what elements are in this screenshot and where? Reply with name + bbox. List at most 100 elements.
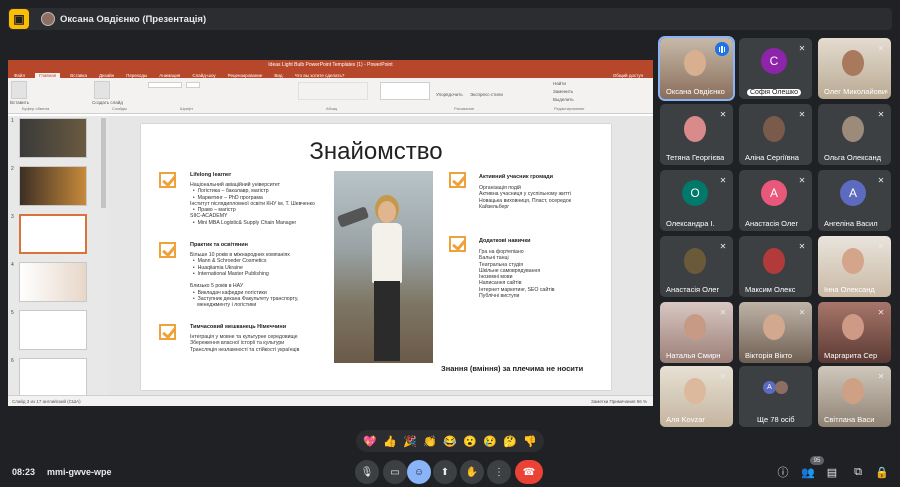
- present-button[interactable]: ⬆: [433, 460, 457, 484]
- font-size-select[interactable]: [186, 82, 200, 88]
- avatar: [842, 116, 864, 142]
- speaking-indicator-icon: [715, 42, 729, 56]
- group-clipboard: Буфер обмена: [22, 106, 50, 111]
- participant-tile[interactable]: А Ще 78 осіб: [739, 366, 812, 427]
- mic-off-icon: ✕: [877, 43, 885, 53]
- leave-call-button[interactable]: ☎: [515, 460, 543, 484]
- slide-thumb[interactable]: [19, 166, 87, 206]
- status-zoom[interactable]: Заметки Примечания 56 %: [591, 399, 647, 404]
- window-title: Ideas Light Bulb PowerPoint Templates (1…: [8, 60, 653, 70]
- mic-off-icon: ✕: [798, 241, 806, 251]
- slide-thumb[interactable]: [19, 358, 87, 398]
- participant-name: Наталья Смирн: [666, 351, 721, 360]
- participant-tile[interactable]: ✕ Світлана Васи: [818, 366, 891, 427]
- thumbs-down-reaction-icon[interactable]: 👎: [523, 435, 537, 448]
- participant-tile[interactable]: О ✕ Олександра І.: [660, 170, 733, 231]
- laugh-reaction-icon[interactable]: 😂: [443, 435, 457, 448]
- avatar: [41, 12, 55, 26]
- slide-thumb[interactable]: [19, 262, 87, 302]
- participant-video: [842, 248, 864, 274]
- checkbox-icon: [449, 172, 466, 188]
- shared-screen[interactable]: Ideas Light Bulb PowerPoint Templates (1…: [8, 60, 653, 406]
- participant-name: Анастасія Олег: [666, 285, 720, 294]
- slide-title: Знайомство: [309, 138, 443, 165]
- thumbs-up-reaction-icon[interactable]: 👍: [383, 435, 397, 448]
- participant-tile[interactable]: ✕ Маргарита Сер: [818, 302, 891, 363]
- participant-name: Аля Kovzar: [666, 415, 705, 424]
- presenter-name: Оксана Овдієнко (Презентація): [60, 13, 207, 25]
- participant-tile[interactable]: ✕ Наталья Смирн: [660, 302, 733, 363]
- shapes-gallery[interactable]: [380, 82, 430, 100]
- replace-button[interactable]: Заменить: [553, 89, 573, 94]
- people-icon[interactable]: 👥: [800, 464, 816, 480]
- participant-tile[interactable]: ✕ Аліна Сергіївна: [739, 104, 812, 165]
- more-vert-icon: ⋮: [494, 466, 504, 478]
- participant-tile[interactable]: ✕ Анастасія Олег: [660, 236, 733, 297]
- group-editing: Редактирование: [554, 106, 585, 111]
- person: [370, 201, 404, 361]
- participant-tile[interactable]: ✕ Інна Олександ: [818, 236, 891, 297]
- reactions-bar: 💖 👍 🎉 👏 😂 😮 😢 🤔 👎: [356, 430, 544, 452]
- slide-thumb[interactable]: [19, 310, 87, 350]
- raise-hand-button[interactable]: ✋: [460, 460, 484, 484]
- thinking-reaction-icon[interactable]: 🤔: [503, 435, 517, 448]
- info-icon[interactable]: ⓘ: [775, 464, 791, 480]
- participant-name: Олег Миколайович: [824, 87, 888, 96]
- meeting-code[interactable]: mmi-gwve-wpe: [47, 467, 112, 477]
- presentation-icon[interactable]: ▣: [9, 9, 29, 29]
- thumbnail-scrollbar[interactable]: [101, 118, 106, 208]
- ribbon: Вставить Создать слайд Упорядочить Экспр…: [8, 78, 653, 114]
- group-drawing: Рисование: [454, 106, 475, 111]
- participant-tile[interactable]: Оксана Овдієнко: [658, 36, 735, 101]
- participant-tile[interactable]: С ✕ Софія Олешко: [739, 38, 812, 99]
- microphone-button[interactable]: 🎙: [355, 460, 379, 484]
- find-button[interactable]: Найти: [553, 81, 566, 86]
- font-select[interactable]: [148, 82, 182, 88]
- clap-reaction-icon[interactable]: 👏: [423, 435, 437, 448]
- participant-tile[interactable]: ✕ Максим Олекс: [739, 236, 812, 297]
- mic-off-icon: ✕: [798, 175, 806, 185]
- surprised-reaction-icon[interactable]: 😮: [463, 435, 477, 448]
- participant-video: [842, 314, 864, 340]
- participant-name: Анастасія Олег: [745, 219, 799, 228]
- participant-tile[interactable]: ✕ Аля Kovzar: [660, 366, 733, 427]
- current-slide[interactable]: Знайомство Lifelong learner Національний…: [141, 124, 611, 390]
- activities-icon[interactable]: ⧉: [850, 464, 866, 480]
- participant-video: [684, 314, 706, 340]
- mic-off-icon: ✕: [798, 43, 806, 53]
- participant-tile[interactable]: ✕ Ольга Олександ: [818, 104, 891, 165]
- slide-thumb[interactable]: [19, 118, 87, 158]
- heart-reaction-icon[interactable]: 💖: [363, 435, 377, 448]
- chat-icon[interactable]: ▤: [824, 464, 840, 480]
- mic-off-icon: ✕: [719, 371, 727, 381]
- participant-tile[interactable]: А ✕ Анастасія Олег: [739, 170, 812, 231]
- paste-button[interactable]: Вставить: [10, 100, 29, 105]
- avatar: А: [761, 180, 787, 206]
- quick-styles-button[interactable]: Экспресс-стили: [470, 92, 503, 97]
- group-paragraph: Абзац: [326, 106, 338, 111]
- sad-reaction-icon[interactable]: 😢: [483, 435, 497, 448]
- new-slide-button[interactable]: Создать слайд: [92, 100, 123, 105]
- participant-tile[interactable]: ✕ Тетяна Георгієва: [660, 104, 733, 165]
- arrange-button[interactable]: Упорядочить: [436, 92, 463, 97]
- slide-thumb-selected[interactable]: [19, 214, 87, 254]
- participant-tile[interactable]: ✕ Олег Миколайович: [818, 38, 891, 99]
- checkbox-icon: [159, 172, 176, 188]
- avatar: [684, 248, 706, 274]
- participant-video: [842, 378, 864, 404]
- mic-off-icon: ✕: [877, 307, 885, 317]
- paragraph-tools[interactable]: [298, 82, 368, 100]
- participant-tile[interactable]: А ✕ Ангеліна Васил: [818, 170, 891, 231]
- new-slide-icon[interactable]: [94, 81, 110, 99]
- camera-button[interactable]: ▭: [383, 460, 407, 484]
- avatar: [763, 248, 785, 274]
- select-button[interactable]: Выделить: [553, 97, 574, 102]
- paste-icon[interactable]: [11, 81, 27, 99]
- slide-tagline: Знання (вміння) за плечима не носити: [441, 364, 584, 373]
- host-controls-icon[interactable]: 🔒: [874, 464, 890, 480]
- avatar: [684, 116, 706, 142]
- more-options-button[interactable]: ⋮: [487, 460, 511, 484]
- participant-tile[interactable]: ✕ Вікторія Вікто: [739, 302, 812, 363]
- party-reaction-icon[interactable]: 🎉: [403, 435, 417, 448]
- reactions-button[interactable]: ☺: [407, 460, 431, 484]
